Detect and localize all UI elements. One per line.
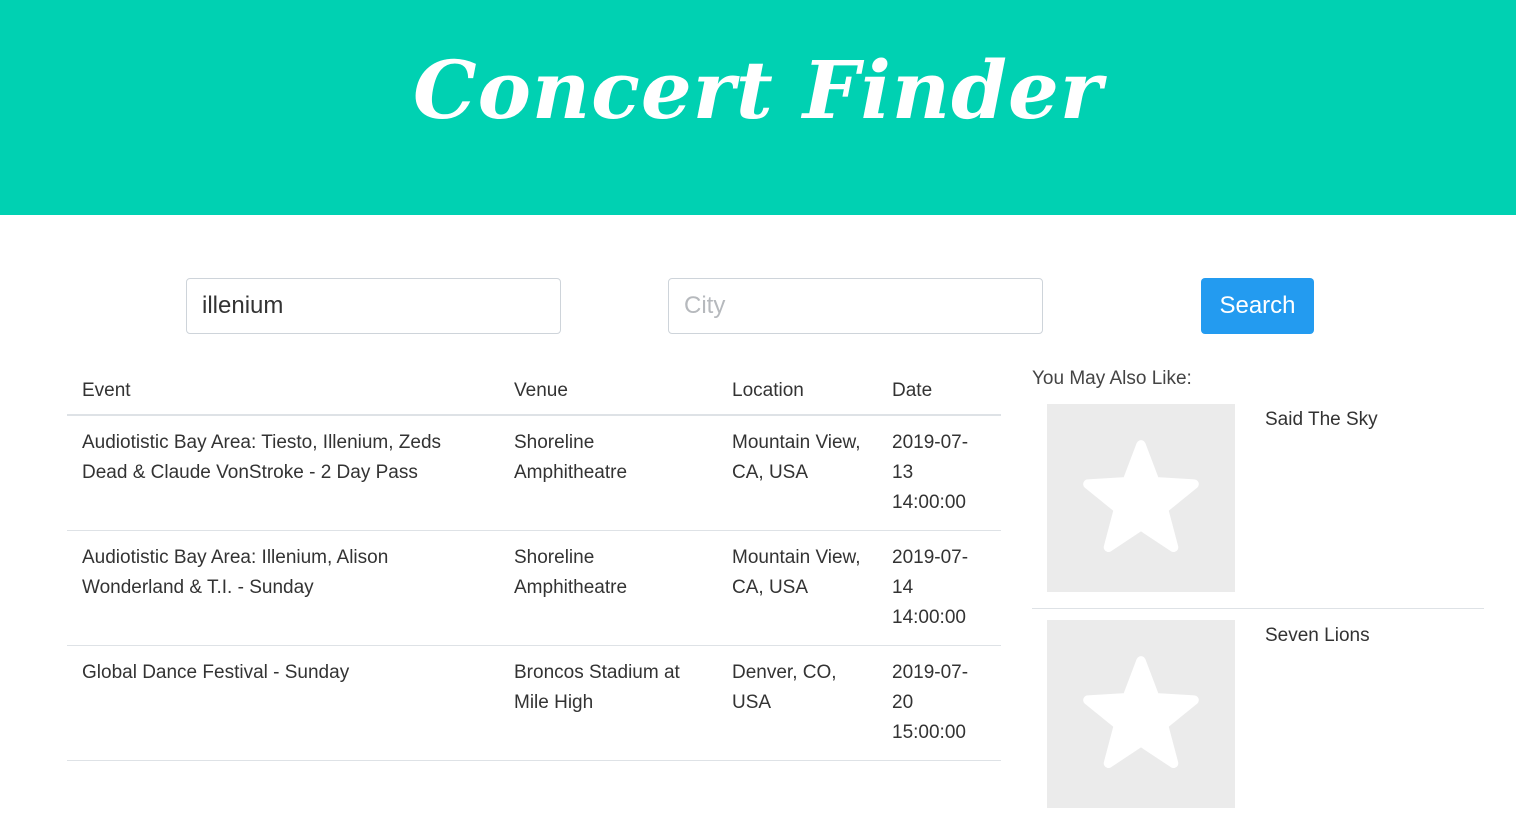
location-cell: Denver, CO, USA xyxy=(717,645,877,761)
events-table: Event Venue Location Date Audiotistic Ba… xyxy=(67,367,1001,761)
column-header-venue: Venue xyxy=(499,367,717,416)
date-cell: 2019-07-13 14:00:00 xyxy=(877,415,1001,531)
recommendations-title: You May Also Like: xyxy=(1032,368,1192,389)
date-cell: 2019-07-14 14:00:00 xyxy=(877,530,1001,646)
recommendation-item[interactable]: Seven Lions xyxy=(1032,609,1484,825)
artist-search-input[interactable] xyxy=(186,278,561,334)
recommended-artist-name[interactable]: Seven Lions xyxy=(1265,625,1370,647)
star-placeholder-icon xyxy=(1083,656,1199,769)
event-cell: Audiotistic Bay Area: Illenium, Alison W… xyxy=(67,530,499,646)
venue-cell: Shoreline Amphitheatre xyxy=(499,530,717,646)
table-row: Audiotistic Bay Area: Tiesto, Illenium, … xyxy=(67,415,1001,531)
search-button[interactable]: Search xyxy=(1201,278,1314,334)
column-header-date: Date xyxy=(877,367,1001,416)
recommended-artist-name[interactable]: Said The Sky xyxy=(1265,409,1378,431)
table-row: Global Dance Festival - Sunday Broncos S… xyxy=(67,645,1001,761)
recommendation-item[interactable]: Said The Sky xyxy=(1032,393,1484,609)
location-cell: Mountain View, CA, USA xyxy=(717,415,877,531)
city-input[interactable] xyxy=(668,278,1043,334)
artist-thumbnail[interactable] xyxy=(1047,620,1235,808)
table-header-row: Event Venue Location Date xyxy=(67,367,1001,416)
artist-thumbnail[interactable] xyxy=(1047,404,1235,592)
location-cell: Mountain View, CA, USA xyxy=(717,530,877,646)
column-header-location: Location xyxy=(717,367,877,416)
event-cell: Audiotistic Bay Area: Tiesto, Illenium, … xyxy=(67,415,499,531)
date-cell: 2019-07-20 15:00:00 xyxy=(877,645,1001,761)
venue-cell: Shoreline Amphitheatre xyxy=(499,415,717,531)
star-placeholder-icon xyxy=(1083,440,1199,553)
column-header-event: Event xyxy=(67,367,499,416)
table-row: Audiotistic Bay Area: Illenium, Alison W… xyxy=(67,530,1001,646)
venue-cell: Broncos Stadium at Mile High xyxy=(499,645,717,761)
header-banner: Concert Finder xyxy=(0,0,1516,215)
page-title: Concert Finder xyxy=(412,43,1104,137)
event-cell: Global Dance Festival - Sunday xyxy=(67,645,499,761)
